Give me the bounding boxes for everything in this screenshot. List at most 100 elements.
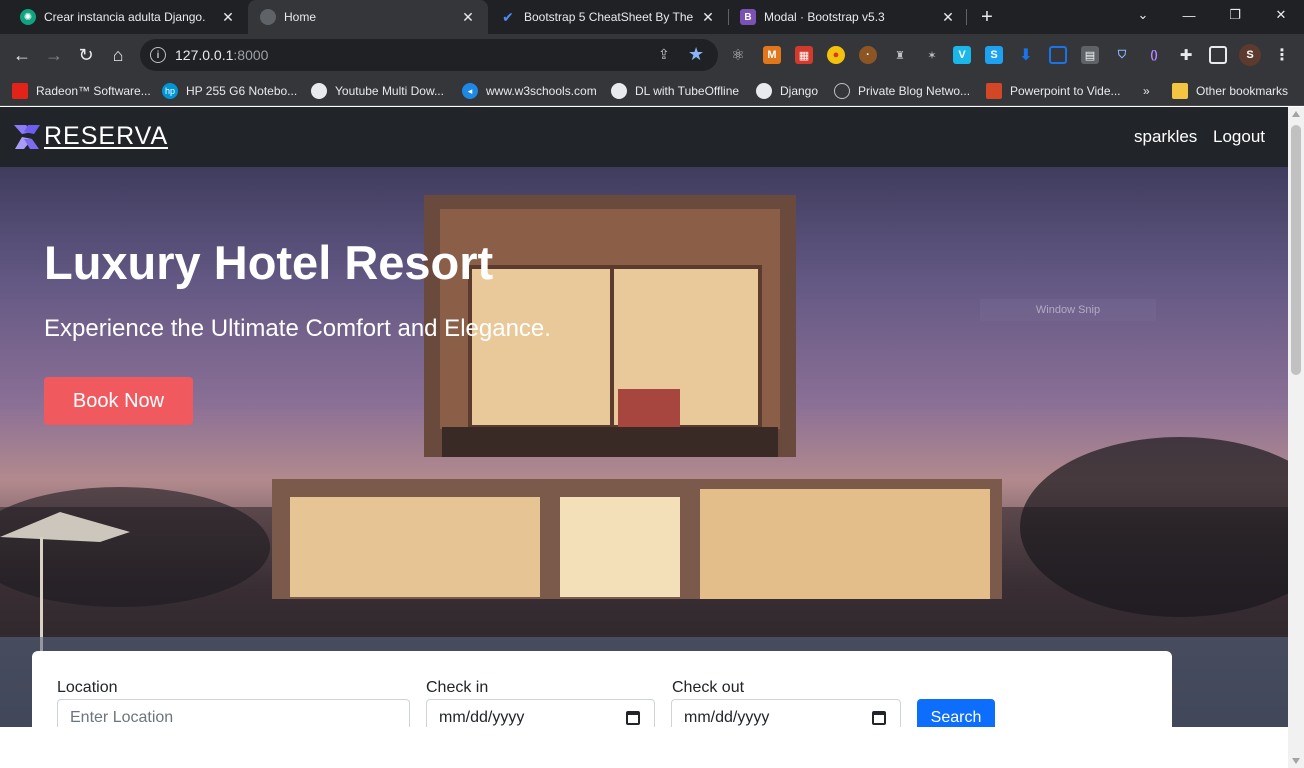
extension-s-icon[interactable]: S (985, 46, 1003, 64)
metamask-icon[interactable]: M (763, 46, 781, 64)
bookmark-label: HP 255 G6 Notebo... (186, 84, 298, 98)
bookmarks-bar: Radeon™ Software... hp HP 255 G6 Notebo..… (0, 76, 1304, 106)
extension-yellow-icon[interactable]: ● (827, 46, 845, 64)
home-icon[interactable]: ⌂ (105, 42, 131, 68)
folder-icon (1172, 83, 1188, 99)
calendar-icon[interactable] (626, 711, 640, 725)
scroll-down-arrow-icon[interactable] (1292, 758, 1300, 764)
forward-icon[interactable]: → (41, 42, 67, 68)
location-label: Location (57, 679, 118, 696)
bootstrap-icon: B (740, 9, 756, 25)
search-button[interactable]: Search (917, 699, 995, 727)
url-port: :8000 (233, 47, 269, 63)
bookmark-label: Youtube Multi Dow... (335, 84, 444, 98)
bookmark-item[interactable]: Private Blog Netwo... (834, 82, 970, 100)
brand-name: RESERVA (44, 122, 169, 150)
download-icon[interactable]: ⬇ (1017, 46, 1035, 64)
checkout-date-input[interactable]: mm/dd/yyyy (671, 699, 901, 727)
browser-tab-strip: ✺ Crear instancia adulta Django. ✕ Home … (0, 0, 1304, 34)
w3schools-icon: ◂ (462, 83, 478, 99)
restore-button[interactable]: ❐ (1212, 0, 1258, 30)
page-viewport: RESERVA sparkles Logout Luxury Hotel Res… (0, 107, 1288, 768)
nav-logout-link[interactable]: Logout (1213, 127, 1265, 147)
close-tab-icon[interactable]: ✕ (940, 9, 956, 25)
tab-title: Bootstrap 5 CheatSheet By Them (524, 10, 694, 24)
extension-shield-icon[interactable]: ⛉ (1113, 46, 1131, 64)
tab-search-icon[interactable]: ⌄ (1120, 0, 1166, 30)
checkin-label: Check in (426, 679, 489, 696)
checkin-date-value: mm/dd/yyyy (439, 709, 525, 726)
brand[interactable]: RESERVA (12, 121, 169, 153)
site-info-icon[interactable]: i (150, 47, 166, 63)
back-icon[interactable]: ← (9, 42, 35, 68)
other-bookmarks-label: Other bookmarks (1196, 84, 1289, 98)
bookmarks-overflow-button[interactable]: » (1143, 82, 1150, 100)
extension-wand-icon[interactable]: ✶ (923, 46, 941, 64)
hero-title: Luxury Hotel Resort (44, 236, 494, 289)
scroll-up-arrow-icon[interactable] (1292, 111, 1300, 117)
close-tab-icon[interactable]: ✕ (460, 9, 476, 25)
bookmark-label: Django (780, 84, 819, 98)
nav-user-link[interactable]: sparkles (1134, 127, 1197, 147)
bookmark-label: Powerpoint to Vide... (1010, 84, 1121, 98)
brand-logo-icon (14, 125, 40, 149)
bookmark-item[interactable]: ◂ www.w3schools.com (462, 82, 597, 100)
extension-edit-icon[interactable] (1049, 46, 1067, 64)
bookmark-item[interactable]: Powerpoint to Vide... (986, 82, 1121, 100)
bookmark-item[interactable]: DL with TubeOffline (611, 82, 739, 100)
bookmark-item[interactable]: Django (756, 82, 818, 100)
url-text[interactable]: 127.0.0.1:8000 (175, 47, 268, 63)
extension-red-icon[interactable]: ▦ (795, 46, 813, 64)
bookmark-item[interactable]: hp HP 255 G6 Notebo... (162, 82, 297, 100)
globe-icon (260, 9, 276, 25)
tab-title: Modal · Bootstrap v5.3 (764, 10, 885, 24)
bookmark-star-icon[interactable]: ★ (688, 44, 704, 65)
profile-avatar[interactable]: S (1239, 44, 1261, 66)
tab-title: Home (284, 10, 317, 24)
new-tab-button[interactable]: + (975, 5, 999, 29)
share-icon[interactable]: ⇪ (658, 46, 670, 63)
bookmark-label: Private Blog Netwo... (858, 84, 971, 98)
vimeo-icon[interactable]: V (953, 46, 971, 64)
globe-icon (311, 83, 327, 99)
cookie-icon[interactable]: · (859, 46, 877, 64)
globe-icon (611, 83, 627, 99)
close-tab-icon[interactable]: ✕ (220, 9, 236, 25)
browser-tab-modal[interactable]: B Modal · Bootstrap v5.3 ✕ (728, 0, 968, 34)
scrollbar-thumb[interactable] (1291, 125, 1301, 375)
checkin-date-input[interactable]: mm/dd/yyyy (426, 699, 655, 727)
search-form-card: Location Enter Location Check in mm/dd/y… (32, 651, 1172, 727)
page-scrollbar[interactable] (1288, 107, 1304, 768)
powerpoint-icon (986, 83, 1002, 99)
reload-icon[interactable]: ↻ (73, 42, 99, 68)
browser-tab-cheatsheet[interactable]: ✔ Bootstrap 5 CheatSheet By Them ✕ (488, 0, 728, 34)
browser-tab-chatgpt[interactable]: ✺ Crear instancia adulta Django. ✕ (8, 0, 248, 34)
react-devtools-icon[interactable]: ⚛ (729, 46, 747, 64)
bookmark-label: DL with TubeOffline (635, 84, 740, 98)
extension-brackets-icon[interactable]: () (1145, 46, 1163, 64)
address-bar[interactable]: i 127.0.0.1:8000 ⇪ ★ (140, 39, 718, 71)
bookmark-item[interactable]: Youtube Multi Dow... (311, 82, 444, 100)
side-panel-icon[interactable] (1209, 46, 1227, 64)
book-now-button[interactable]: Book Now (44, 377, 193, 425)
browser-tab-home[interactable]: Home ✕ (248, 0, 488, 34)
bookmark-item[interactable]: Radeon™ Software... (12, 82, 151, 100)
checkout-label: Check out (672, 679, 745, 696)
close-window-button[interactable]: ✕ (1258, 0, 1304, 30)
extension-robot-icon[interactable]: ♜ (891, 46, 909, 64)
extension-grid-icon[interactable]: ▤ (1081, 46, 1099, 64)
calendar-icon[interactable] (872, 711, 886, 725)
extensions-puzzle-icon[interactable]: ✚ (1177, 46, 1195, 64)
minimize-button[interactable]: — (1166, 0, 1212, 30)
other-bookmarks[interactable]: Other bookmarks (1172, 82, 1288, 100)
window-snip-overlay: Window Snip (980, 299, 1156, 321)
close-tab-icon[interactable]: ✕ (700, 9, 716, 25)
bootstrap-cheatsheet-icon: ✔ (502, 8, 514, 25)
hero-subtitle: Experience the Ultimate Comfort and Eleg… (44, 315, 551, 342)
checkout-date-value: mm/dd/yyyy (684, 709, 770, 726)
location-input[interactable]: Enter Location (57, 699, 410, 727)
more-menu-icon[interactable]: ⋮ (1273, 46, 1291, 64)
tab-separator (966, 9, 967, 25)
browser-toolbar: ← → ↻ ⌂ i 127.0.0.1:8000 ⇪ ★ ⚛ M ▦ ● · ♜… (0, 34, 1304, 76)
hp-icon: hp (162, 83, 178, 99)
